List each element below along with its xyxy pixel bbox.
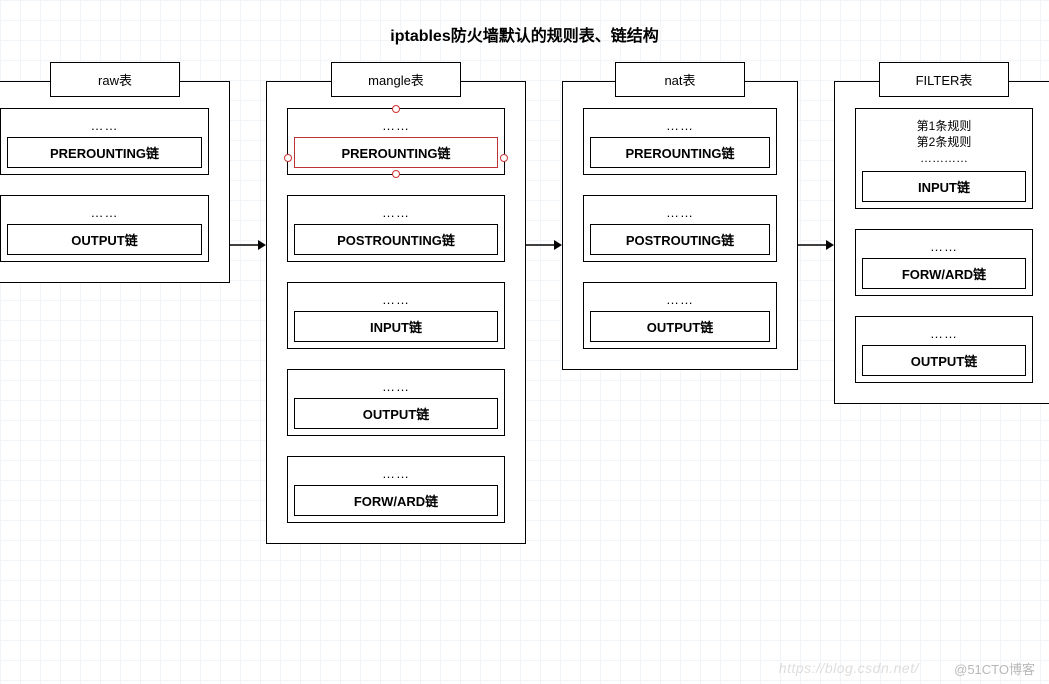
chain-raw-output: …… OUTPUT链 bbox=[0, 195, 209, 262]
chain-name: OUTPUT链 bbox=[862, 345, 1026, 376]
rule-line: 第1条规则 bbox=[917, 118, 972, 134]
table-filter: FILTER表 第1条规则 第2条规则 ………… INPUT链 …… FORW/… bbox=[834, 62, 1049, 404]
chain-rules-list: 第1条规则 第2条规则 ………… bbox=[917, 118, 972, 167]
chain-dots: …… bbox=[666, 205, 694, 220]
chain-name: OUTPUT链 bbox=[590, 311, 770, 342]
chain-name: PREROUNTING链 bbox=[7, 137, 202, 168]
chain-mangle-postrouting: …… POSTROUNTING链 bbox=[287, 195, 505, 262]
chain-name: OUTPUT链 bbox=[294, 398, 498, 429]
diagram-title: iptables防火墙默认的规则表、链结构 bbox=[0, 22, 1049, 46]
chain-dots: …… bbox=[91, 205, 119, 220]
chain-name: FORW/ARD链 bbox=[294, 485, 498, 516]
table-mangle: mangle表 …… PREROUNTING链 …… POSTROUNTING链… bbox=[266, 62, 526, 544]
chain-dots: …… bbox=[382, 379, 410, 394]
chain-name: INPUT链 bbox=[862, 171, 1026, 202]
chain-mangle-forward: …… FORW/ARD链 bbox=[287, 456, 505, 523]
table-filter-panel: 第1条规则 第2条规则 ………… INPUT链 …… FORW/ARD链 …… … bbox=[834, 81, 1049, 404]
chain-dots: …… bbox=[930, 239, 958, 254]
chain-name: OUTPUT链 bbox=[7, 224, 202, 255]
chain-nat-output: …… OUTPUT链 bbox=[583, 282, 777, 349]
watermark-51cto: @51CTO博客 bbox=[954, 659, 1035, 678]
table-raw-panel: …… PREROUNTING链 …… OUTPUT链 bbox=[0, 81, 230, 283]
rule-line: 第2条规则 bbox=[917, 134, 972, 150]
chain-filter-input: 第1条规则 第2条规则 ………… INPUT链 bbox=[855, 108, 1033, 209]
chain-nat-prerouting: …… PREROUNTING链 bbox=[583, 108, 777, 175]
chain-nat-postrouting: …… POSTROUTING链 bbox=[583, 195, 777, 262]
table-filter-label: FILTER表 bbox=[879, 62, 1009, 97]
chain-dots: …… bbox=[382, 118, 410, 133]
chain-filter-forward: …… FORW/ARD链 bbox=[855, 229, 1033, 296]
chain-dots: …… bbox=[382, 292, 410, 307]
chain-name: PREROUNTING链 bbox=[590, 137, 770, 168]
table-raw: raw表 …… PREROUNTING链 …… OUTPUT链 bbox=[0, 62, 230, 283]
chain-dots: …… bbox=[666, 118, 694, 133]
chain-raw-prerouting: …… PREROUNTING链 bbox=[0, 108, 209, 175]
chain-name: FORW/ARD链 bbox=[862, 258, 1026, 289]
table-nat-panel: …… PREROUNTING链 …… POSTROUTING链 …… OUTPU… bbox=[562, 81, 798, 370]
chain-mangle-output: …… OUTPUT链 bbox=[287, 369, 505, 436]
chain-name: POSTROUTING链 bbox=[590, 224, 770, 255]
table-nat-label: nat表 bbox=[615, 62, 745, 97]
watermark-csdn: https://blog.csdn.net/ bbox=[779, 660, 919, 676]
chain-name: POSTROUNTING链 bbox=[294, 224, 498, 255]
chain-dots: …… bbox=[666, 292, 694, 307]
chain-mangle-input: …… INPUT链 bbox=[287, 282, 505, 349]
rule-line: ………… bbox=[920, 150, 968, 166]
chain-dots: …… bbox=[382, 466, 410, 481]
table-raw-label: raw表 bbox=[50, 62, 180, 97]
chain-mangle-prerouting[interactable]: …… PREROUNTING链 bbox=[287, 108, 505, 175]
table-nat: nat表 …… PREROUNTING链 …… POSTROUTING链 …… … bbox=[562, 62, 798, 370]
arrow-icon bbox=[798, 237, 834, 253]
tables-row: raw表 …… PREROUNTING链 …… OUTPUT链 mangle表 … bbox=[0, 62, 1049, 544]
chain-name: PREROUNTING链 bbox=[294, 137, 498, 168]
chain-dots: …… bbox=[91, 118, 119, 133]
table-mangle-label: mangle表 bbox=[331, 62, 461, 97]
chain-name: INPUT链 bbox=[294, 311, 498, 342]
chain-dots: …… bbox=[382, 205, 410, 220]
arrow-icon bbox=[230, 237, 266, 253]
chain-dots: …… bbox=[930, 326, 958, 341]
chain-filter-output: …… OUTPUT链 bbox=[855, 316, 1033, 383]
table-mangle-panel: …… PREROUNTING链 …… POSTROUNTING链 …… INPU… bbox=[266, 81, 526, 544]
arrow-icon bbox=[526, 237, 562, 253]
